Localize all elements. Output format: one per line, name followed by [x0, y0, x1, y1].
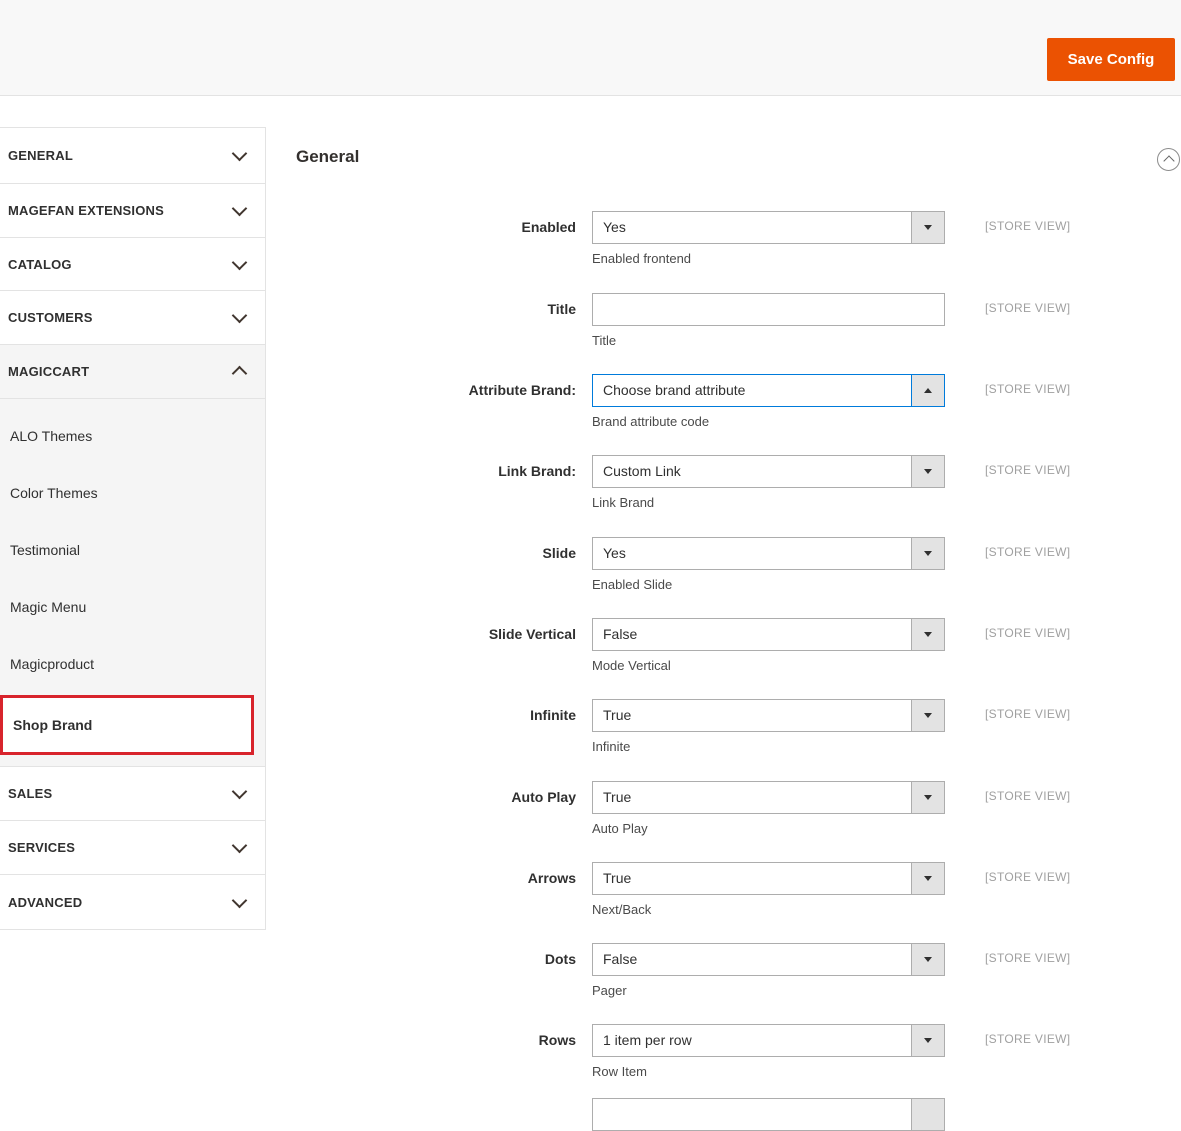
slide-vertical-select[interactable]: False	[592, 618, 945, 651]
dropdown-arrow-button[interactable]	[911, 212, 944, 243]
select-value: Yes	[603, 545, 626, 561]
form-row-slide-vertical: Slide Vertical False [STORE VIEW] Mode V…	[0, 618, 1181, 698]
scope-label: [STORE VIEW]	[985, 219, 1071, 233]
select-value: False	[603, 626, 638, 642]
dropdown-arrow-button[interactable]	[911, 863, 944, 894]
scope-label: [STORE VIEW]	[985, 463, 1071, 477]
form-row-infinite: Infinite True [STORE VIEW] Infinite	[0, 699, 1181, 779]
form-row-arrows: Arrows True [STORE VIEW] Next/Back	[0, 862, 1181, 942]
scope-label: [STORE VIEW]	[985, 626, 1071, 640]
select-value: False	[603, 951, 638, 967]
select-value: Yes	[603, 219, 626, 235]
field-label: Link Brand:	[498, 463, 576, 479]
chevron-down-icon	[231, 145, 248, 162]
form-row-rows: Rows 1 item per row [STORE VIEW] Row Ite…	[0, 1024, 1181, 1104]
form-row-auto-play: Auto Play True [STORE VIEW] Auto Play	[0, 781, 1181, 861]
rows-select[interactable]: 1 item per row	[592, 1024, 945, 1057]
scope-label: [STORE VIEW]	[985, 707, 1071, 721]
scope-label: [STORE VIEW]	[985, 1032, 1071, 1046]
dropdown-arrow-button[interactable]	[911, 456, 944, 487]
scope-label: [STORE VIEW]	[985, 870, 1071, 884]
chevron-up-icon	[1162, 155, 1175, 167]
scope-label: [STORE VIEW]	[985, 951, 1071, 965]
caret-down-icon	[924, 225, 932, 230]
field-comment: Auto Play	[592, 821, 648, 836]
field-comment: Mode Vertical	[592, 658, 671, 673]
caret-up-icon	[924, 388, 932, 393]
attribute-brand-select[interactable]: Choose brand attribute	[592, 374, 945, 407]
form-row-link-brand: Link Brand: Custom Link [STORE VIEW] Lin…	[0, 455, 1181, 535]
field-label: Dots	[544, 951, 576, 967]
field-label: Rows	[538, 1032, 576, 1048]
dropdown-arrow-button[interactable]	[911, 782, 944, 813]
select-value: True	[603, 870, 632, 886]
dots-select[interactable]: False	[592, 943, 945, 976]
top-toolbar: Save Config	[0, 0, 1181, 96]
sidebar-section-label: GENERAL	[8, 148, 73, 163]
select-value: True	[603, 707, 632, 723]
auto-play-select[interactable]: True	[592, 781, 945, 814]
scope-label: [STORE VIEW]	[985, 545, 1071, 559]
field-label: Auto Play	[511, 789, 576, 805]
field-comment: Infinite	[592, 739, 631, 754]
form-row-enabled: Enabled Yes [STORE VIEW] Enabled fronten…	[0, 211, 1181, 291]
caret-down-icon	[924, 876, 932, 881]
arrows-select[interactable]: True	[592, 862, 945, 895]
field-label: Slide	[542, 545, 576, 561]
section-title-general: General	[296, 147, 360, 166]
save-config-button[interactable]: Save Config	[1047, 38, 1175, 81]
field-comment: Next/Back	[592, 902, 652, 917]
caret-down-icon	[924, 632, 932, 637]
select-value: True	[603, 789, 632, 805]
field-label: Infinite	[530, 707, 576, 723]
field-label: Slide Vertical	[488, 626, 576, 642]
field-label: Enabled	[521, 219, 576, 235]
form-row-dots: Dots False [STORE VIEW] Pager	[0, 943, 1181, 1023]
caret-down-icon	[924, 551, 932, 556]
field-comment: Enabled frontend	[592, 251, 692, 266]
scope-label: [STORE VIEW]	[985, 301, 1071, 315]
slide-select[interactable]: Yes	[592, 537, 945, 570]
caret-down-icon	[924, 713, 932, 718]
field-comment: Brand attribute code	[592, 414, 710, 429]
field-label: Attribute Brand:	[468, 382, 576, 398]
form-row-slide: Slide Yes [STORE VIEW] Enabled Slide	[0, 537, 1181, 617]
dropdown-arrow-button[interactable]	[911, 375, 944, 406]
dropdown-arrow-button[interactable]	[911, 944, 944, 975]
field-comment: Row Item	[592, 1064, 647, 1079]
form-row-title: Title [STORE VIEW] Title	[0, 293, 1181, 373]
select-value: 1 item per row	[603, 1032, 692, 1048]
field-comment: Pager	[592, 983, 627, 998]
form-row-attribute-brand: Attribute Brand: Choose brand attribute …	[0, 374, 1181, 454]
next-field-select[interactable]	[592, 1098, 945, 1131]
field-comment: Link Brand	[592, 495, 655, 510]
field-comment: Enabled Slide	[592, 577, 673, 592]
infinite-select[interactable]: True	[592, 699, 945, 732]
caret-down-icon	[924, 957, 932, 962]
collapse-section-button[interactable]	[1157, 148, 1180, 171]
dropdown-arrow-button[interactable]	[911, 1099, 944, 1130]
caret-down-icon	[924, 1038, 932, 1043]
sidebar-section-general[interactable]: GENERAL	[0, 128, 265, 184]
link-brand-select[interactable]: Custom Link	[592, 455, 945, 488]
enabled-select[interactable]: Yes	[592, 211, 945, 244]
dropdown-arrow-button[interactable]	[911, 700, 944, 731]
title-input[interactable]	[592, 293, 945, 326]
form-row-partial-next	[0, 1098, 1181, 1131]
field-comment: Title	[592, 333, 617, 348]
select-value: Custom Link	[603, 463, 681, 479]
select-value	[593, 1099, 911, 1130]
caret-down-icon	[924, 469, 932, 474]
field-label: Arrows	[527, 870, 576, 886]
select-value: Choose brand attribute	[603, 382, 746, 398]
dropdown-arrow-button[interactable]	[911, 1025, 944, 1056]
dropdown-arrow-button[interactable]	[911, 619, 944, 650]
caret-down-icon	[924, 795, 932, 800]
scope-label: [STORE VIEW]	[985, 789, 1071, 803]
scope-label: [STORE VIEW]	[985, 382, 1071, 396]
dropdown-arrow-button[interactable]	[911, 538, 944, 569]
field-label: Title	[547, 301, 576, 317]
